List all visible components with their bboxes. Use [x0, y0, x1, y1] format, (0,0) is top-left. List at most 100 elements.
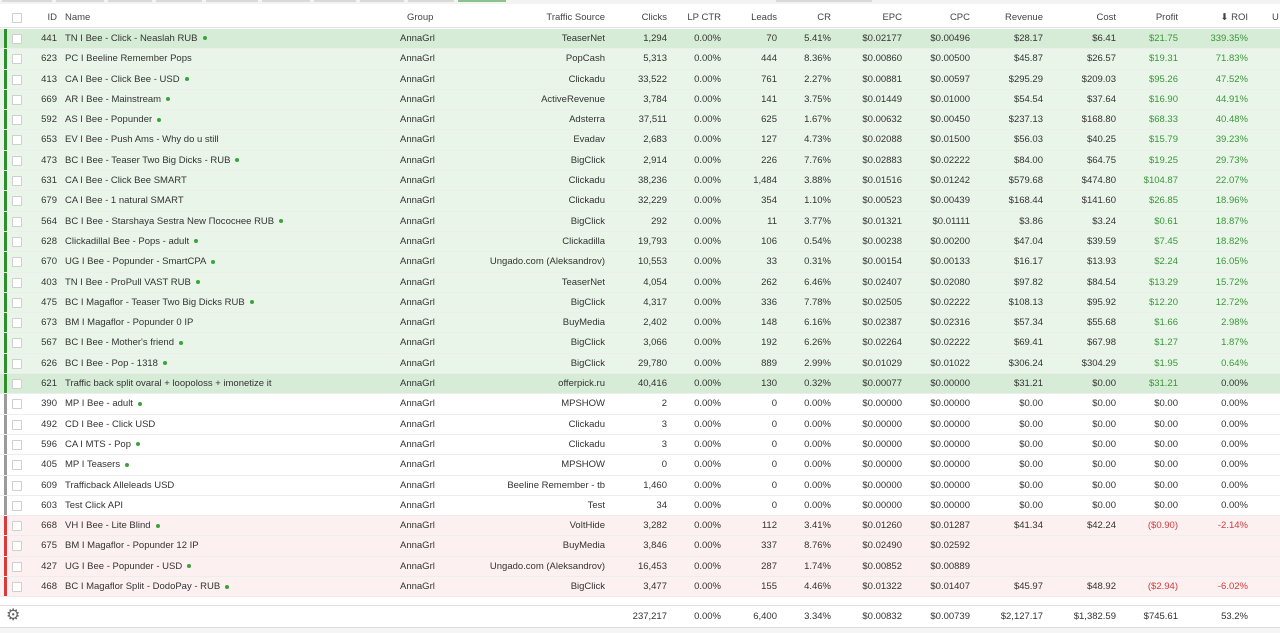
col-epc-header[interactable]: EPC	[838, 9, 902, 27]
row-checkbox[interactable]	[12, 338, 22, 349]
row-checkbox[interactable]	[12, 399, 22, 410]
row-name[interactable]: BC I Bee - Teaser Two Big Dicks - RUB	[65, 151, 395, 170]
table-row[interactable]: 621 Traffic back split ovaral + loopoloss…	[0, 374, 1280, 395]
row-name-text[interactable]: CD I Bee - Click USD	[65, 419, 155, 430]
table-row[interactable]: 670 UG I Bee - Popunder - SmartCPA AnnaGrl…	[0, 252, 1280, 273]
row-name[interactable]: ClickadillaI Bee - Pops - adult	[65, 232, 395, 251]
col-leads-header[interactable]: Leads	[730, 9, 777, 27]
row-name-text[interactable]: Test Click API	[65, 500, 123, 511]
col-id-header[interactable]: ID	[30, 9, 58, 27]
row-name-text[interactable]: ClickadillaI Bee - Pops - adult	[65, 236, 189, 247]
row-name-text[interactable]: Trafficback Alleleads USD	[65, 480, 174, 491]
gear-icon[interactable]: ⚙	[6, 608, 22, 624]
col-roi-header[interactable]: ⬇ ROI	[1182, 9, 1249, 27]
row-checkbox[interactable]	[12, 257, 22, 268]
tab[interactable]	[776, 0, 872, 2]
row-name-text[interactable]: AS I Bee - Popunder	[65, 114, 152, 125]
tab[interactable]	[56, 0, 104, 2]
row-checkbox[interactable]	[12, 135, 22, 146]
table-row[interactable]: 669 AR I Bee - Mainstream AnnaGrl ActiveRev…	[0, 89, 1280, 111]
row-name[interactable]: Test Click API	[65, 496, 395, 515]
table-row[interactable]: 390 MP I Bee - adult AnnaGrl MPSHOW 2 0.00% 0 0…	[0, 394, 1280, 415]
tab[interactable]	[314, 0, 356, 2]
row-name-text[interactable]: CA I MTS - Pop	[65, 439, 131, 450]
row-checkbox[interactable]	[12, 34, 22, 44]
row-name[interactable]: BC I Bee - Starshaya Sestra New Пососнее…	[65, 212, 395, 231]
col-lpctr-header[interactable]: LP CTR	[670, 9, 721, 27]
row-name-text[interactable]: VH I Bee - Lite Blind	[65, 520, 151, 531]
col-group-header[interactable]: Group	[407, 9, 467, 27]
col-traffic-source-header[interactable]: Traffic Source	[480, 9, 605, 27]
row-name[interactable]: BC I Bee - Mother's friend	[65, 333, 395, 352]
table-row[interactable]: 405 MP I Teasers AnnaGrl MPSHOW 0 0.00% 0 0.00%…	[0, 455, 1280, 476]
table-row[interactable]: 628 ClickadillaI Bee - Pops - adult AnnaGr…	[0, 231, 1280, 253]
row-checkbox[interactable]	[12, 216, 22, 227]
row-name-text[interactable]: PC I Beeline Remember Pops	[65, 53, 192, 64]
row-name[interactable]: AR I Bee - Mainstream	[65, 90, 395, 109]
row-name[interactable]: CA I Bee - Click Bee SMART	[65, 171, 395, 190]
row-name[interactable]: TN I Bee - ProPull VAST RUB	[65, 273, 395, 292]
col-revenue-header[interactable]: Revenue	[974, 9, 1043, 27]
row-name[interactable]: TN I Bee - Click - Neaslah RUB	[65, 29, 395, 48]
tab[interactable]	[262, 0, 310, 2]
table-row[interactable]: 475 BC I Magaflor - Teaser Two Big Dicks …	[0, 292, 1280, 314]
row-checkbox[interactable]	[12, 439, 22, 450]
row-name-text[interactable]: BC I Magaflor - Teaser Two Big Dicks RUB	[65, 297, 245, 308]
row-name[interactable]: BC I Magaflor Split - DodoPay - RUB	[65, 577, 395, 596]
row-checkbox[interactable]	[12, 561, 22, 572]
col-profit-header[interactable]: Profit	[1120, 9, 1178, 27]
row-name-text[interactable]: CA I Bee - Click Bee SMART	[65, 175, 187, 186]
row-name-text[interactable]: EV I Bee - Push Ams - Why do u still	[65, 134, 219, 145]
table-row[interactable]: 679 CA I Bee - 1 natural SMART AnnaGrl Clic…	[0, 191, 1280, 212]
row-name[interactable]: CA I MTS - Pop	[65, 435, 395, 454]
row-checkbox[interactable]	[12, 460, 22, 471]
tab[interactable]	[2, 0, 52, 2]
row-checkbox[interactable]	[12, 318, 22, 329]
table-row[interactable]: 673 BM I Magaflor - Popunder 0 IP AnnaGrl B…	[0, 313, 1280, 334]
row-name[interactable]: UG I Bee - Popunder - SmartCPA	[65, 252, 395, 271]
row-name[interactable]: MP I Bee - adult	[65, 394, 395, 413]
row-checkbox[interactable]	[12, 358, 22, 369]
row-checkbox[interactable]	[12, 236, 22, 247]
table-row[interactable]: 609 Trafficback Alleleads USD AnnaGrl Beeli…	[0, 475, 1280, 496]
row-name[interactable]: CA I Bee - Click Bee - USD	[65, 70, 395, 89]
row-name-text[interactable]: UG I Bee - Popunder - USD	[65, 561, 182, 572]
row-name[interactable]: BM I Magaflor - Popunder 0 IP	[65, 313, 395, 332]
tab[interactable]	[156, 0, 202, 2]
row-name[interactable]: BC I Bee - Pop - 1318	[65, 354, 395, 373]
row-name[interactable]: BC I Magaflor - Teaser Two Big Dicks RUB	[65, 293, 395, 312]
table-row[interactable]: 623 PC I Beeline Remember Pops AnnaGrl PopC…	[0, 49, 1280, 70]
row-name-text[interactable]: CA I Bee - Click Bee - USD	[65, 74, 180, 85]
row-name-text[interactable]: Traffic back split ovaral + loopoloss + …	[65, 378, 271, 389]
row-name-text[interactable]: AR I Bee - Mainstream	[65, 94, 161, 105]
select-all-checkbox[interactable]	[12, 13, 22, 23]
tab[interactable]	[360, 0, 404, 2]
table-row[interactable]: 441 TN I Bee - Click - Neaslah RUB AnnaGrl…	[0, 29, 1280, 50]
row-checkbox[interactable]	[12, 297, 22, 308]
row-name-text[interactable]: BC I Bee - Pop - 1318	[65, 358, 158, 369]
table-row[interactable]: 564 BC I Bee - Starshaya Sestra New Посос…	[0, 211, 1280, 232]
table-row[interactable]: 626 BC I Bee - Pop - 1318 AnnaGrl BigClick 2…	[0, 353, 1280, 375]
table-row[interactable]: 413 CA I Bee - Click Bee - USD AnnaGrl Clic…	[0, 69, 1280, 90]
table-row[interactable]: 427 UG I Bee - Popunder - USD AnnaGrl Ungad…	[0, 556, 1280, 578]
tab[interactable]	[206, 0, 258, 2]
row-name-text[interactable]: MP I Teasers	[65, 459, 120, 470]
row-name-text[interactable]: BC I Magaflor Split - DodoPay - RUB	[65, 581, 220, 592]
row-name[interactable]: CA I Bee - 1 natural SMART	[65, 191, 395, 210]
row-checkbox[interactable]	[12, 582, 22, 593]
col-name-header[interactable]: Name	[65, 9, 265, 27]
table-row[interactable]: 468 BC I Magaflor Split - DodoPay - RUB An…	[0, 577, 1280, 598]
tab[interactable]	[408, 0, 454, 2]
tab-active[interactable]	[458, 0, 506, 2]
row-checkbox[interactable]	[12, 277, 22, 288]
col-cr-header[interactable]: CR	[785, 9, 831, 27]
row-checkbox[interactable]	[12, 480, 22, 491]
table-row[interactable]: 492 CD I Bee - Click USD AnnaGrl Clickadu 3 0…	[0, 414, 1280, 435]
row-checkbox[interactable]	[12, 155, 22, 166]
row-name[interactable]: UG I Bee - Popunder - USD	[65, 557, 395, 576]
col-clicks-header[interactable]: Clicks	[610, 9, 667, 27]
row-name[interactable]: Trafficback Alleleads USD	[65, 476, 395, 495]
row-checkbox[interactable]	[12, 419, 22, 430]
table-row[interactable]: 473 BC I Bee - Teaser Two Big Dicks - RUB…	[0, 150, 1280, 172]
table-row[interactable]: 403 TN I Bee - ProPull VAST RUB AnnaGrl Tea…	[0, 272, 1280, 293]
